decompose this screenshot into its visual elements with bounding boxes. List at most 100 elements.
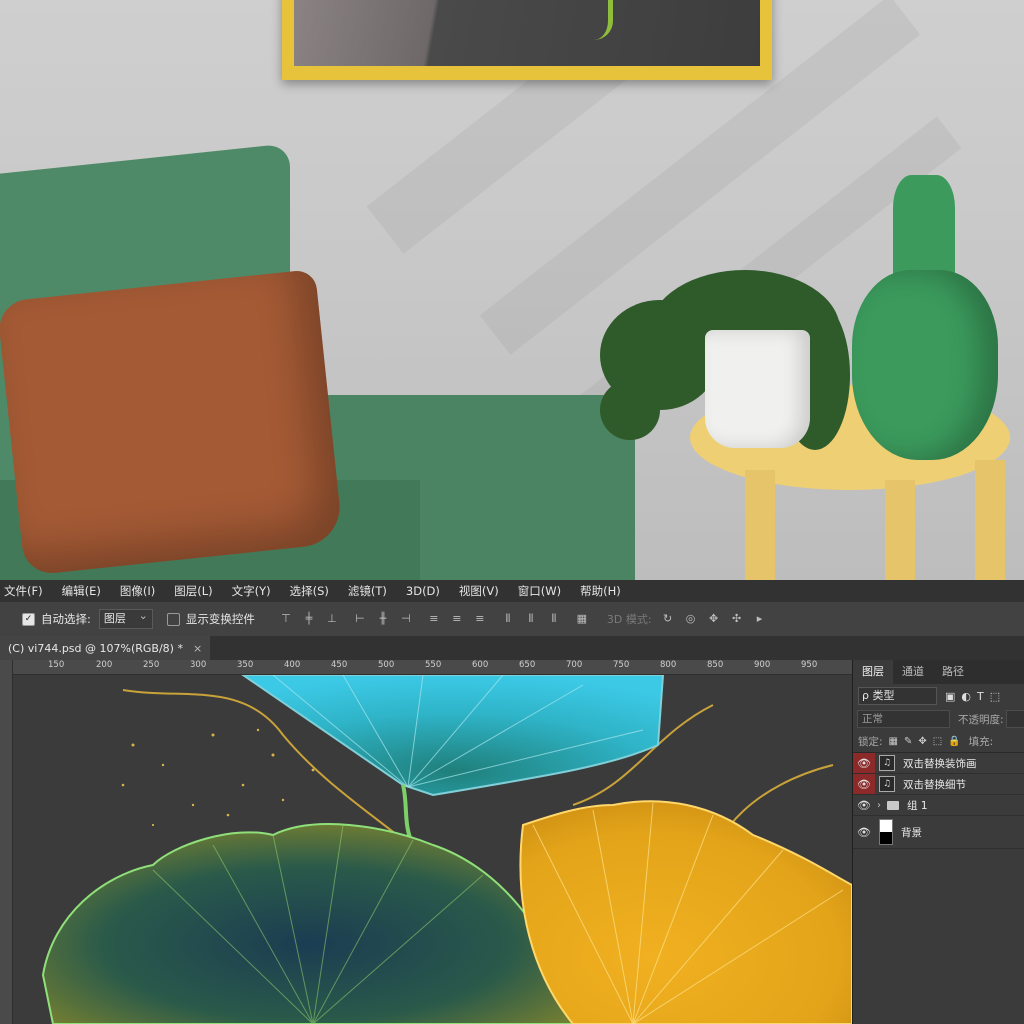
visibility-eye-icon[interactable]: 👁 xyxy=(853,753,875,773)
align-top-icon[interactable]: ⊤ xyxy=(279,612,293,626)
visibility-eye-icon[interactable]: 👁 xyxy=(853,774,875,794)
distribute-bottom-icon[interactable]: ≡ xyxy=(473,612,487,626)
menu-filter[interactable]: 滤镜(T) xyxy=(348,583,387,599)
fill-label: 填充: xyxy=(968,735,994,748)
layer-row[interactable]: 👁 ♫ 双击替换装饰画 xyxy=(853,753,1024,774)
auto-align-icon[interactable]: ▦ xyxy=(575,612,589,626)
3d-camera-icon[interactable]: ▸ xyxy=(753,612,767,626)
ruler-tick: 850 xyxy=(707,660,724,670)
plant-pot xyxy=(705,330,810,448)
distribute-hcenter-icon[interactable]: ⫴ xyxy=(524,612,538,626)
ruler-tick: 750 xyxy=(613,660,630,670)
align-hcenter-icon[interactable]: ╫ xyxy=(376,612,390,626)
visibility-eye-icon[interactable]: 👁 xyxy=(853,816,875,848)
smart-object-icon: ♫ xyxy=(879,776,895,792)
ruler-tick: 600 xyxy=(472,660,489,670)
auto-select-checkbox[interactable]: ✓ xyxy=(22,612,35,626)
3d-pan-icon[interactable]: ✥ xyxy=(707,612,721,626)
distribute-right-icon[interactable]: ⫴ xyxy=(547,612,561,626)
layer-row[interactable]: 👁 背景 xyxy=(853,816,1024,849)
close-tab-icon[interactable]: × xyxy=(193,642,202,655)
menu-layer[interactable]: 图层(L) xyxy=(174,583,212,599)
opacity-label: 不透明度: xyxy=(958,713,1004,726)
ruler-tick: 350 xyxy=(237,660,254,670)
leather-pillow xyxy=(0,269,344,576)
layer-name: 组 1 xyxy=(907,799,928,812)
layer-filter-dropdown[interactable]: ρ 类型 xyxy=(858,687,937,705)
ruler-tick: 950 xyxy=(801,660,818,670)
layer-filter-row: ρ 类型 ▣◐T⬚ xyxy=(853,684,1024,708)
menu-image[interactable]: 图像(I) xyxy=(120,583,155,599)
lock-icons[interactable]: ▦✎✥⬚🔒 xyxy=(889,736,967,747)
ruler-tick: 900 xyxy=(754,660,771,670)
blend-row: 正常 不透明度: xyxy=(853,708,1024,730)
visibility-eye-icon[interactable]: 👁 xyxy=(853,795,875,815)
show-transform-checkbox[interactable] xyxy=(166,612,180,626)
tab-paths[interactable]: 路径 xyxy=(933,660,973,684)
ruler-tick: 450 xyxy=(331,660,348,670)
lock-row: 锁定: ▦✎✥⬚🔒 填充: xyxy=(853,730,1024,753)
3d-mode-label: 3D 模式: xyxy=(606,613,652,626)
3d-orbit-icon[interactable]: ↻ xyxy=(661,612,675,626)
3d-slide-icon[interactable]: ✣ xyxy=(730,612,744,626)
distribute-top-icon[interactable]: ≡ xyxy=(427,612,441,626)
auto-select-target-dropdown[interactable]: 图层 xyxy=(98,607,153,629)
vertical-ruler xyxy=(0,660,13,1024)
opacity-input[interactable] xyxy=(1005,710,1024,728)
menu-3d[interactable]: 3D(D) xyxy=(406,584,440,598)
ginkgo-artwork xyxy=(13,675,852,1024)
chevron-right-icon[interactable]: › xyxy=(877,800,881,811)
panel-tab-bar: 图层 通道 路径 xyxy=(853,660,1024,684)
ruler-tick: 800 xyxy=(660,660,677,670)
background-thumbnail xyxy=(879,819,893,845)
ruler-tick: 300 xyxy=(190,660,207,670)
ruler-tick: 150 xyxy=(48,660,65,670)
folder-icon xyxy=(887,800,899,810)
ruler-tick: 200 xyxy=(96,660,113,670)
distribute-vcenter-icon[interactable]: ≡ xyxy=(450,612,464,626)
horizontal-ruler: 150 200 250 300 350 400 450 500 550 600 … xyxy=(12,660,852,675)
document-tab[interactable]: (C) vi744.psd @ 107%(RGB/8) * × xyxy=(0,636,211,660)
room-scene-photo xyxy=(0,0,1024,580)
document-tab-title: (C) vi744.psd @ 107%(RGB/8) * xyxy=(8,641,183,655)
auto-select-label: 自动选择: xyxy=(41,612,91,626)
align-left-icon[interactable]: ⊢ xyxy=(353,612,367,626)
lock-label: 锁定: xyxy=(858,735,883,748)
options-bar: ✓ 自动选择: 图层 显示变换控件 ⊤ ╪ ⊥ ⊢ ╫ ⊣ ≡ ≡ ≡ ⫴ ⫴ … xyxy=(0,602,1024,637)
filter-type-icons[interactable]: ▣◐T⬚ xyxy=(945,690,1006,703)
align-right-icon[interactable]: ⊣ xyxy=(399,612,413,626)
distribute-left-icon[interactable]: ⫴ xyxy=(501,612,515,626)
layer-row[interactable]: 👁 › 组 1 xyxy=(853,795,1024,816)
tab-channels[interactable]: 通道 xyxy=(893,660,933,684)
menu-file[interactable]: 文件(F) xyxy=(4,583,43,599)
tab-layers[interactable]: 图层 xyxy=(853,660,893,684)
menu-view[interactable]: 视图(V) xyxy=(459,583,499,599)
menu-bar: 文件(F) 编辑(E) 图像(I) 图层(L) 文字(Y) 选择(S) 滤镜(T… xyxy=(0,580,1024,602)
ruler-tick: 700 xyxy=(566,660,583,670)
3d-roll-icon[interactable]: ◎ xyxy=(684,612,698,626)
layer-name: 双击替换装饰画 xyxy=(903,757,977,770)
show-transform-label: 显示变换控件 xyxy=(185,612,255,626)
layers-panel: 图层 通道 路径 ρ 类型 ▣◐T⬚ 正常 不透明度: 锁定: ▦✎✥⬚🔒 填充… xyxy=(852,660,1024,1024)
ruler-tick: 650 xyxy=(519,660,536,670)
ruler-tick: 250 xyxy=(143,660,160,670)
ruler-tick: 400 xyxy=(284,660,301,670)
smart-object-icon: ♫ xyxy=(879,755,895,771)
menu-window[interactable]: 窗口(W) xyxy=(518,583,561,599)
green-vase xyxy=(893,175,955,285)
menu-type[interactable]: 文字(Y) xyxy=(232,583,271,599)
menu-select[interactable]: 选择(S) xyxy=(290,583,329,599)
layer-name: 双击替换细节 xyxy=(903,778,966,791)
align-vcenter-icon[interactable]: ╪ xyxy=(302,612,316,626)
layer-row[interactable]: 👁 ♫ 双击替换细节 xyxy=(853,774,1024,795)
blend-mode-dropdown[interactable]: 正常 xyxy=(857,710,951,728)
layer-name: 背景 xyxy=(901,826,922,839)
document-canvas[interactable] xyxy=(13,675,852,1024)
ruler-tick: 500 xyxy=(378,660,395,670)
wall-art-frame xyxy=(282,0,772,80)
ruler-tick: 550 xyxy=(425,660,442,670)
menu-help[interactable]: 帮助(H) xyxy=(580,583,621,599)
document-tab-bar: (C) vi744.psd @ 107%(RGB/8) * × xyxy=(0,636,1024,660)
menu-edit[interactable]: 编辑(E) xyxy=(62,583,101,599)
align-bottom-icon[interactable]: ⊥ xyxy=(325,612,339,626)
